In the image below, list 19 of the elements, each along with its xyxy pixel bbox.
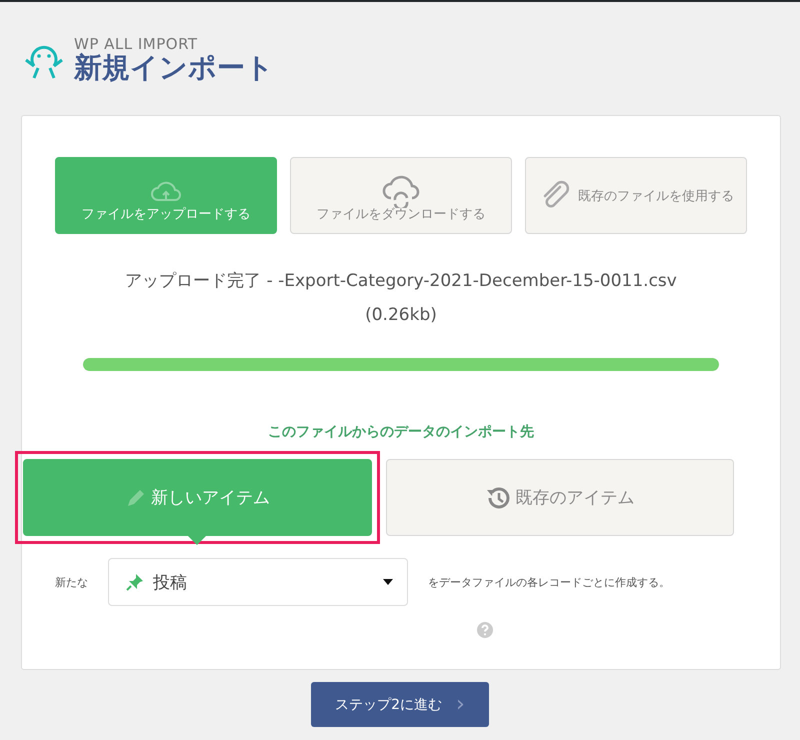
help-icon[interactable] [477,622,493,638]
file-source-button[interactable]: ファイルをダウンロードする [290,157,512,234]
create-suffix-text: をデータファイルの各レコードごとに作成する。 [428,574,670,590]
page-title: 新規インポート [74,52,274,84]
next-step-button[interactable]: ステップ2に進む › [311,682,489,727]
caret-icon [383,579,393,585]
upload-status-text: アップロード完了 - -Export-Category-2021-December-15-0011.csv [125,271,677,291]
create-prefix-text: 新たな [55,574,88,590]
import-target-heading: このファイルからのデータのインポート先 [268,423,534,441]
cloud-sync-icon [381,174,421,208]
post-type-select[interactable]: 投稿 [108,558,408,606]
file-source-button[interactable]: 既存のファイルを使用する [525,157,747,234]
import-target-button[interactable]: 既存のアイテム [386,459,734,536]
brand-name: WP ALL IMPORT [74,34,199,53]
file-size-text: (0.26kb) [365,305,437,325]
history-icon [485,484,512,510]
pointer-icon [187,535,208,545]
pushpin-icon [125,572,145,592]
file-source-button[interactable]: ファイルをアップロードする [55,157,277,234]
